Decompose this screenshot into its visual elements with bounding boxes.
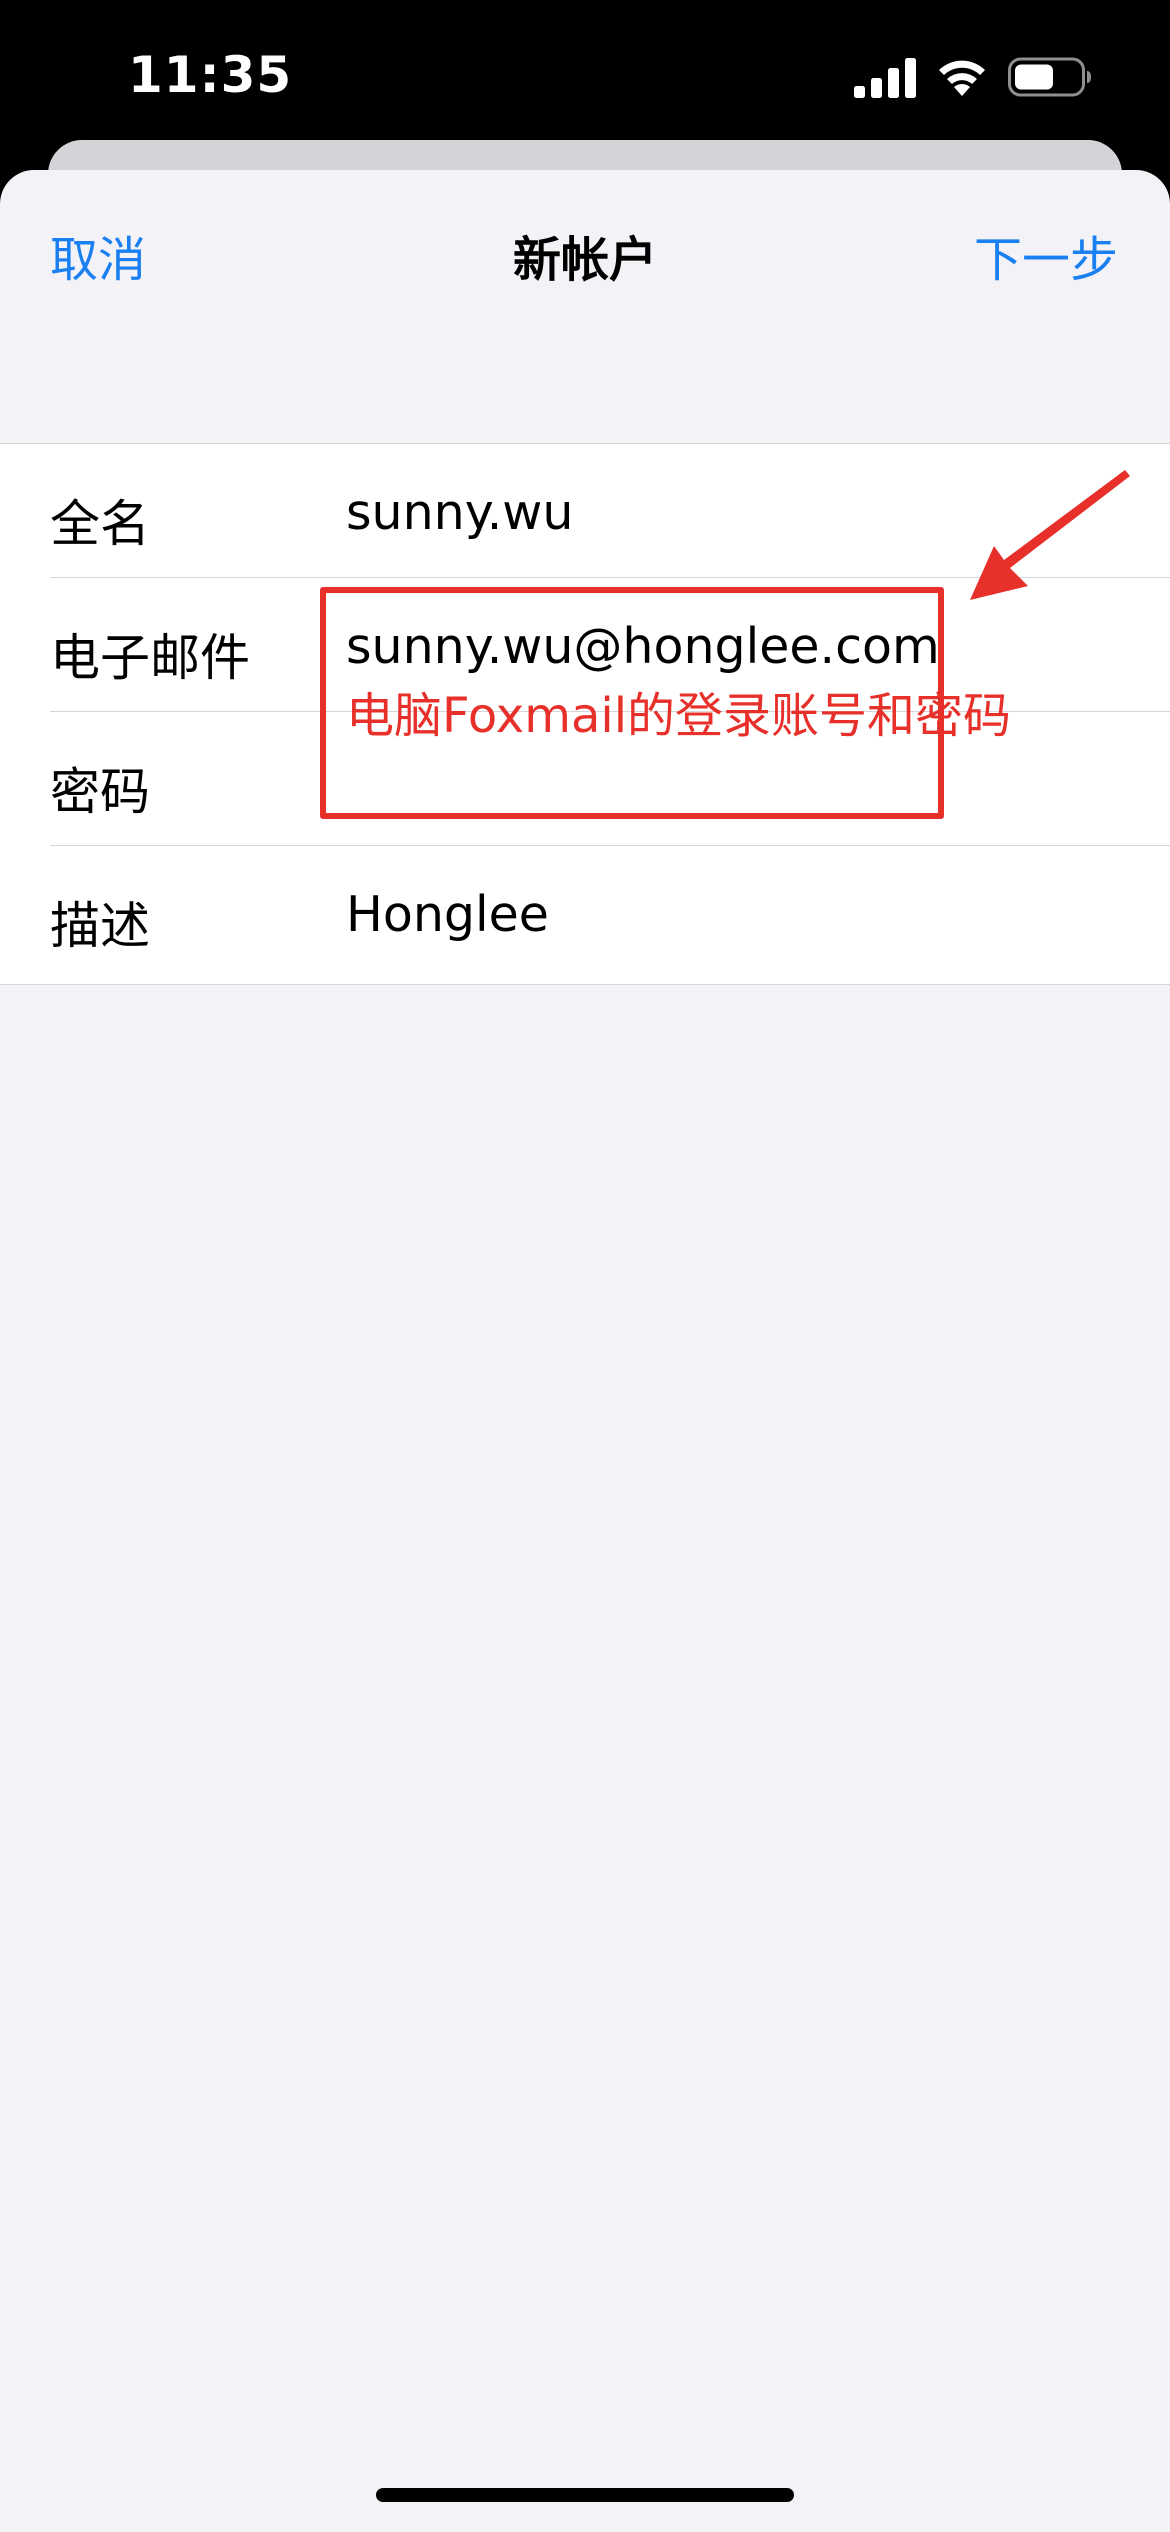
description-row[interactable]: 描述 Honglee bbox=[0, 846, 1170, 980]
description-label: 描述 bbox=[50, 897, 150, 955]
full-name-field[interactable]: sunny.wu bbox=[346, 484, 573, 541]
full-name-label: 全名 bbox=[50, 495, 150, 553]
signal-icon bbox=[854, 58, 916, 98]
navigation-bar: 取消 新帐户 下一步 bbox=[0, 170, 1170, 340]
annotation-text: 电脑Foxmail的登录账号和密码 bbox=[346, 688, 1012, 744]
next-button[interactable]: 下一步 bbox=[974, 220, 1118, 290]
battery-icon bbox=[1008, 57, 1091, 97]
password-label: 密码 bbox=[50, 763, 150, 821]
description-field[interactable]: Honglee bbox=[346, 886, 549, 943]
wifi-icon bbox=[939, 60, 985, 96]
status-bar: 11:35 bbox=[0, 0, 1170, 150]
status-time: 11:35 bbox=[128, 46, 293, 104]
annotation-arrow-icon bbox=[970, 470, 1130, 600]
home-indicator[interactable] bbox=[376, 2488, 794, 2502]
email-label: 电子邮件 bbox=[50, 629, 250, 687]
